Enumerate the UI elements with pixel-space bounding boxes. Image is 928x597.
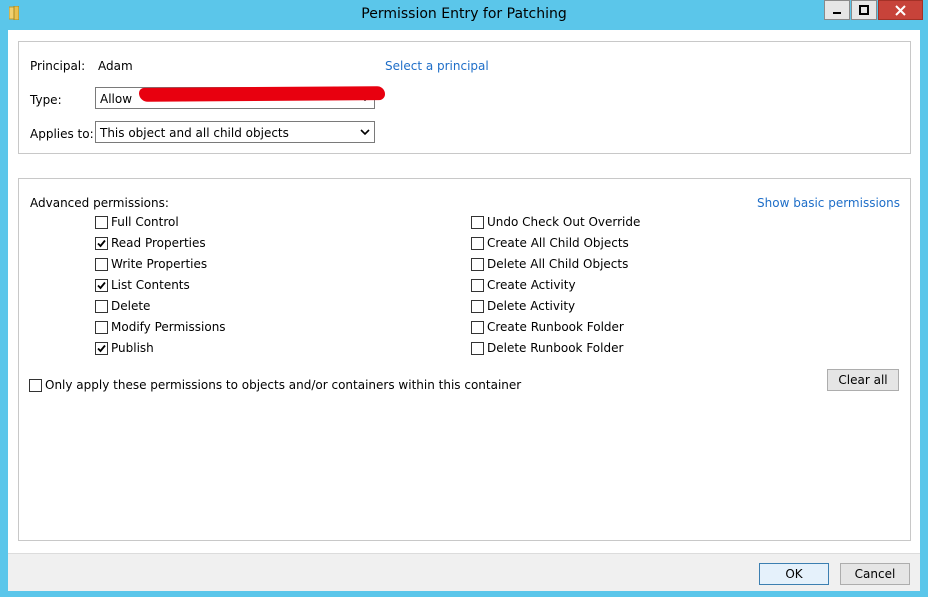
close-button[interactable]: [878, 0, 923, 20]
principal-label: Principal:: [30, 59, 86, 73]
permission-label: Undo Check Out Override: [487, 215, 641, 229]
permission-label: Delete Activity: [487, 299, 576, 313]
ok-button[interactable]: OK: [759, 563, 829, 585]
permission-label: Create Activity: [487, 278, 576, 292]
permission-checkbox[interactable]: [471, 257, 484, 271]
permission-label: Modify Permissions: [111, 320, 226, 334]
show-basic-permissions-link[interactable]: Show basic permissions: [757, 196, 900, 210]
only-apply-checkbox-row[interactable]: Only apply these permissions to objects …: [29, 378, 521, 392]
permission-row[interactable]: Create Runbook Folder: [471, 320, 624, 334]
dialog-footer: OK Cancel: [8, 553, 920, 591]
permission-label: Publish: [111, 341, 154, 355]
chevron-down-icon: [360, 129, 370, 136]
checkmark-icon: [97, 239, 106, 247]
maximize-button[interactable]: [851, 0, 877, 20]
permissions-panel: Advanced permissions: Show basic permiss…: [18, 178, 911, 541]
type-select-value: Allow: [100, 92, 133, 106]
permission-label: Write Properties: [111, 257, 208, 271]
advanced-permissions-heading: Advanced permissions:: [30, 196, 169, 210]
permission-checkbox[interactable]: [471, 320, 484, 334]
permission-checkbox[interactable]: [95, 320, 108, 334]
permission-row[interactable]: Full Control: [95, 215, 179, 229]
permission-row[interactable]: Write Properties: [95, 257, 207, 271]
permission-row[interactable]: Delete Activity: [471, 299, 575, 313]
permission-row[interactable]: Delete Runbook Folder: [471, 341, 623, 355]
permission-label: List Contents: [111, 278, 190, 292]
permission-label: Delete: [111, 299, 151, 313]
minimize-button[interactable]: [824, 0, 850, 20]
permission-checkbox[interactable]: [95, 215, 108, 229]
permission-label: Full Control: [111, 215, 179, 229]
permission-row[interactable]: Create Activity: [471, 278, 576, 292]
permission-checkbox[interactable]: [95, 299, 108, 313]
cancel-button[interactable]: Cancel: [840, 563, 910, 585]
permission-checkbox[interactable]: [471, 299, 484, 313]
type-label: Type:: [30, 93, 62, 107]
permission-label: Delete All Child Objects: [487, 257, 629, 271]
permission-label: Read Properties: [111, 236, 206, 250]
maximize-icon: [859, 5, 869, 15]
permission-row[interactable]: Publish: [95, 341, 154, 355]
permission-checkbox[interactable]: [471, 215, 484, 229]
permission-row[interactable]: Modify Permissions: [95, 320, 226, 334]
window-title: Permission Entry for Patching: [361, 6, 567, 22]
permission-checkbox[interactable]: [471, 341, 484, 355]
permission-row[interactable]: Delete: [95, 299, 150, 313]
permission-checkbox[interactable]: [471, 236, 484, 250]
applies-to-select-value: This object and all child objects: [100, 126, 289, 140]
only-apply-label: Only apply these permissions to objects …: [45, 378, 522, 392]
clear-all-button[interactable]: Clear all: [827, 369, 899, 391]
only-apply-checkbox[interactable]: [29, 378, 42, 392]
permission-row[interactable]: Undo Check Out Override: [471, 215, 640, 229]
permission-row[interactable]: Delete All Child Objects: [471, 257, 628, 271]
permission-checkbox[interactable]: [471, 278, 484, 292]
checkmark-icon: [97, 281, 106, 289]
minimize-icon: [833, 12, 841, 14]
title-bar[interactable]: Permission Entry for Patching: [0, 0, 928, 30]
applies-to-select[interactable]: This object and all child objects: [95, 121, 375, 143]
permission-checkbox[interactable]: [95, 341, 108, 355]
permission-label: Create Runbook Folder: [487, 320, 624, 334]
permission-checkbox[interactable]: [95, 236, 108, 250]
permission-checkbox[interactable]: [95, 278, 108, 292]
close-icon: [895, 4, 906, 16]
permission-row[interactable]: Read Properties: [95, 236, 206, 250]
permission-label: Create All Child Objects: [487, 236, 629, 250]
permission-checkbox[interactable]: [95, 257, 108, 271]
permission-label: Delete Runbook Folder: [487, 341, 624, 355]
checkmark-icon: [97, 344, 106, 352]
redaction-mark: [138, 86, 386, 102]
applies-to-label: Applies to:: [30, 127, 94, 141]
principal-value: Adam: [98, 59, 133, 73]
select-principal-link[interactable]: Select a principal: [385, 59, 489, 73]
permission-row[interactable]: List Contents: [95, 278, 190, 292]
permission-row[interactable]: Create All Child Objects: [471, 236, 629, 250]
dialog-body: Principal: Adam Select a principal Type:…: [8, 30, 920, 553]
